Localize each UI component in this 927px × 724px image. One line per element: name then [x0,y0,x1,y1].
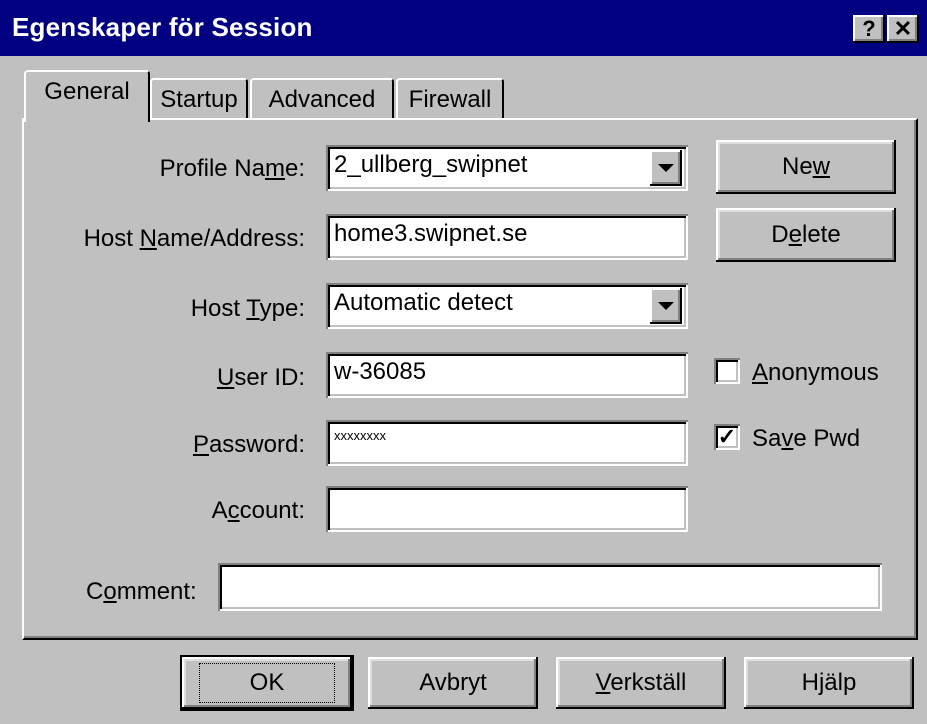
tab-startup[interactable]: Startup [150,78,248,120]
profile-name-value: 2_ullberg_swipnet [334,151,528,178]
ok-button-label: OK [199,663,335,703]
cancel-button-label: Avbryt [419,669,487,696]
apply-button-label: Verkställ [595,669,687,696]
password-value: xxxxxxxx [334,428,386,443]
account-input[interactable] [326,486,688,532]
help-title-button[interactable]: ? [853,15,885,43]
new-button[interactable]: New [716,140,896,194]
chevron-down-icon[interactable] [650,150,682,186]
window-title: Egenskaper för Session [12,12,313,42]
host-name-input[interactable]: home3.swipnet.se [326,214,688,260]
tab-advanced-label: Advanced [268,86,376,113]
delete-button[interactable]: Delete [716,208,896,262]
password-label: Password: [192,431,305,458]
new-button-label: New [781,153,831,180]
help-button[interactable]: Hjälp [744,657,914,709]
delete-button-label: Delete [771,221,841,248]
close-icon: ✕ [893,16,913,41]
anonymous-checkbox[interactable] [714,358,740,384]
account-label: Account: [211,497,305,524]
password-input[interactable]: xxxxxxxx [326,420,688,466]
host-name-label: Host Name/Address: [83,225,305,252]
comment-input[interactable] [218,563,882,611]
tab-firewall[interactable]: Firewall [396,78,504,120]
user-id-value: w-36085 [334,358,427,385]
tab-advanced[interactable]: Advanced [250,78,394,120]
ok-button[interactable]: OK [180,655,354,711]
host-type-value: Automatic detect [334,289,513,316]
profile-name-select[interactable]: 2_ullberg_swipnet [326,145,688,191]
apply-button[interactable]: Verkställ [556,657,726,709]
user-id-label: User ID: [216,364,305,391]
help-button-label: Hjälp [801,669,857,696]
user-id-input[interactable]: w-36085 [326,352,688,398]
cancel-button[interactable]: Avbryt [368,657,538,709]
anonymous-label[interactable]: Anonymous [752,359,879,387]
comment-label: Comment: [86,578,197,605]
close-title-button[interactable]: ✕ [887,15,919,43]
tab-firewall-label: Firewall [408,86,492,113]
host-type-label: Host Type: [190,295,305,322]
profile-name-label: Profile Name: [159,155,305,182]
tab-startup-label: Startup [160,86,238,113]
title-bar: Egenskaper för Session ? ✕ [0,0,927,56]
save-pwd-label[interactable]: Save Pwd [752,425,860,453]
host-name-value: home3.swipnet.se [334,220,528,247]
tab-general[interactable]: General [24,70,150,122]
question-icon: ? [862,16,876,41]
save-pwd-checkbox[interactable]: ✓ [714,424,740,450]
host-type-select[interactable]: Automatic detect [326,283,688,329]
tab-general-label: General [44,78,130,105]
chevron-down-icon[interactable] [650,288,682,324]
checkmark-icon: ✓ [717,424,737,449]
